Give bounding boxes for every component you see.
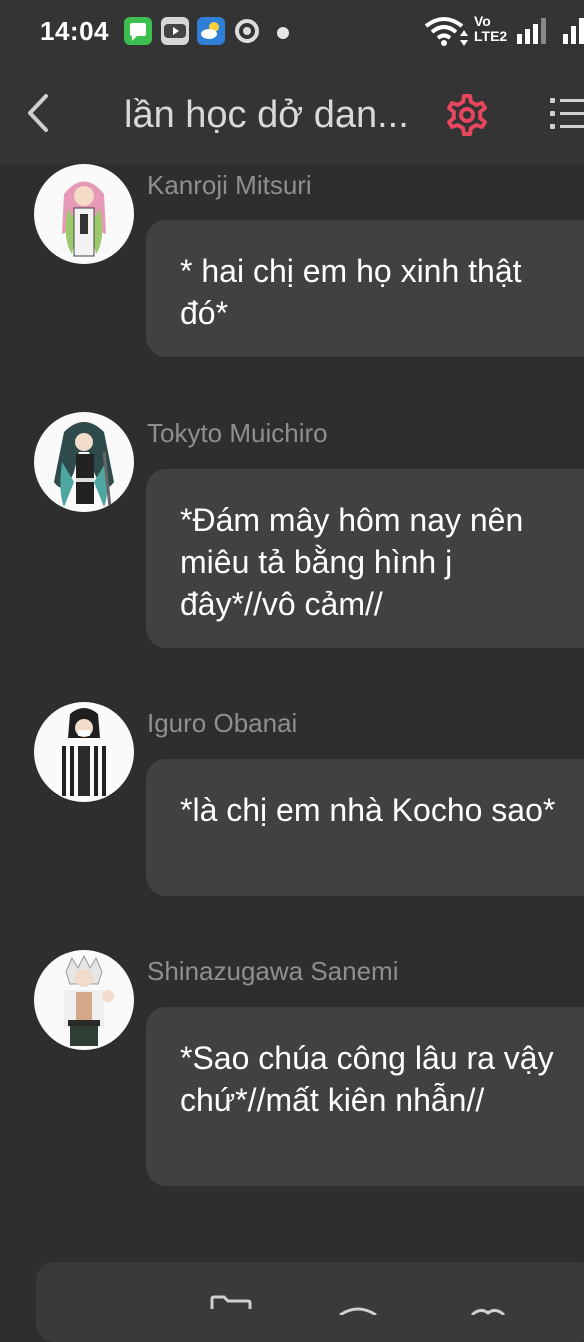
gear-icon bbox=[447, 94, 487, 136]
character-avatar-icon bbox=[64, 954, 114, 1046]
lte-label: LTE2 bbox=[474, 28, 508, 44]
sender-name: Tokyto Muichiro bbox=[147, 418, 328, 448]
emoji-icon[interactable] bbox=[338, 1302, 378, 1320]
back-arrow-icon bbox=[28, 94, 48, 132]
sender-name: Kanroji Mitsuri bbox=[147, 170, 312, 200]
message-bubble[interactable]: *Đám mây hôm nay nên miêu tả bằng hình j… bbox=[146, 469, 584, 648]
chrome-icon bbox=[233, 17, 261, 45]
signal-icon-2 bbox=[563, 18, 584, 49]
settings-button[interactable] bbox=[444, 92, 490, 138]
avatar[interactable] bbox=[34, 412, 134, 512]
sender-name: Shinazugawa Sanemi bbox=[147, 956, 399, 986]
message-bubble[interactable]: * hai chị em họ xinh thật đó* bbox=[146, 220, 584, 357]
message-bubble[interactable]: *Sao chúa công lâu ra vậy chứ*//mất kiên… bbox=[146, 1007, 584, 1186]
youtube-icon bbox=[161, 17, 189, 45]
avatar[interactable] bbox=[34, 950, 134, 1050]
avatar[interactable] bbox=[34, 164, 134, 264]
chat-title: lần học dở dan... bbox=[124, 94, 409, 136]
character-avatar-icon bbox=[62, 181, 106, 257]
status-time: 14:04 bbox=[40, 16, 109, 46]
menu-list-icon bbox=[550, 98, 584, 129]
sender-name: Iguro Obanai bbox=[147, 708, 298, 738]
status-bar: 14:04 Vo LTE2 bbox=[0, 0, 584, 64]
wifi-icon bbox=[424, 16, 468, 48]
notification-dot-icon bbox=[277, 27, 289, 39]
weather-icon bbox=[197, 17, 225, 45]
back-button[interactable] bbox=[18, 90, 58, 136]
more-icon[interactable] bbox=[470, 1302, 506, 1320]
avatar[interactable] bbox=[34, 702, 134, 802]
message-app-icon bbox=[124, 17, 152, 45]
character-avatar-icon bbox=[54, 422, 114, 508]
character-avatar-icon bbox=[60, 708, 108, 798]
menu-button[interactable] bbox=[548, 94, 584, 134]
chat-header: lần học dở dan... bbox=[0, 64, 584, 164]
message-bubble[interactable]: *là chị em nhà Kocho sao* bbox=[146, 759, 584, 896]
folder-icon[interactable] bbox=[210, 1295, 252, 1314]
signal-icon bbox=[517, 18, 547, 49]
network-type: Vo LTE2 bbox=[474, 14, 507, 44]
volte-label: Vo bbox=[474, 13, 491, 29]
